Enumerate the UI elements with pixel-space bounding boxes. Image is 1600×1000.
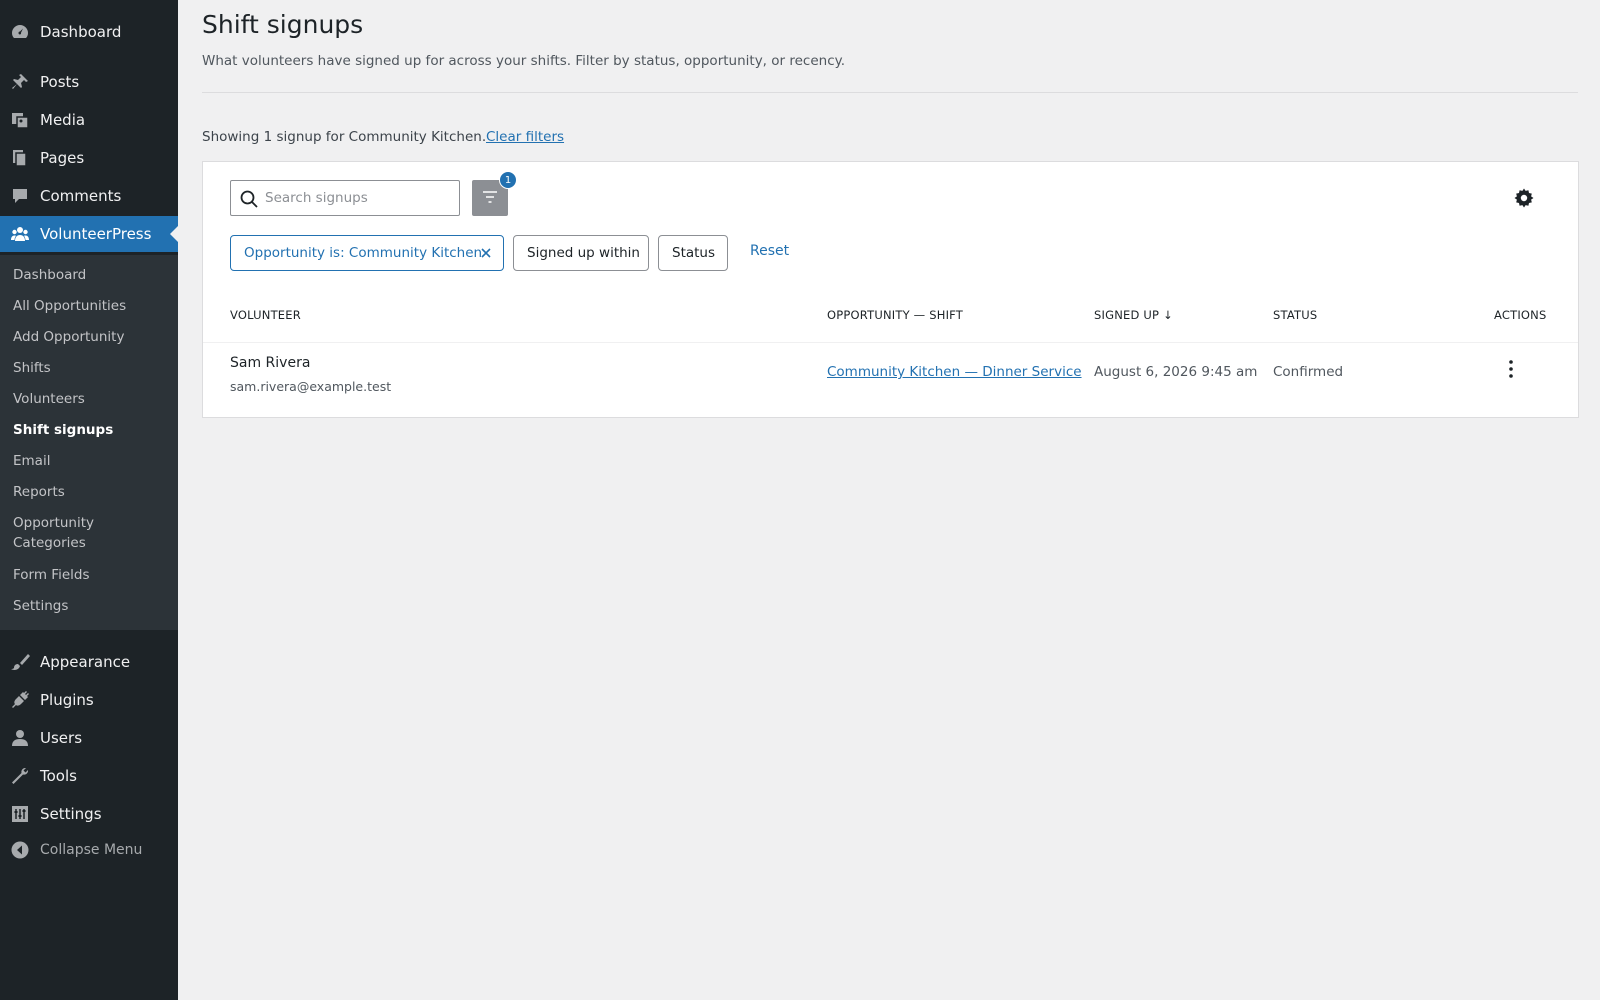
search-input[interactable]	[265, 181, 455, 215]
media-icon	[10, 110, 30, 130]
sidebar-item-comments[interactable]: Comments	[0, 178, 178, 214]
reset-filters-link[interactable]: Reset	[750, 243, 789, 259]
wrench-icon	[10, 766, 30, 786]
admin-sidebar: Dashboard Posts Media Pages Comments Vol…	[0, 0, 178, 1000]
sidebar-item-label: Pages	[40, 149, 85, 167]
column-header-volunteer: VOLUNTEER	[230, 308, 301, 322]
volunteerpress-submenu: Dashboard All Opportunities Add Opportun…	[0, 255, 178, 630]
collapse-menu-label: Collapse Menu	[40, 842, 143, 858]
submenu-item-reports[interactable]: Reports	[13, 482, 163, 502]
signups-card: 1 Opportunity is: Community Kitchen Sign…	[202, 161, 1579, 418]
signed-up-date: August 6, 2026 9:45 am	[1094, 364, 1258, 380]
pin-icon	[10, 72, 30, 92]
chip-label: Opportunity is: Community Kitchen	[244, 245, 483, 261]
submenu-item-add-opportunity[interactable]: Add Opportunity	[13, 327, 163, 347]
collapse-icon	[10, 840, 30, 860]
plug-icon	[10, 690, 30, 710]
opportunity-shift-link[interactable]: Community Kitchen — Dinner Service	[827, 364, 1082, 380]
submenu-item-all-opportunities[interactable]: All Opportunities	[13, 296, 163, 316]
header-divider	[203, 342, 1578, 343]
sidebar-item-dashboard[interactable]: Dashboard	[0, 14, 178, 50]
sidebar-item-label: Tools	[40, 767, 77, 785]
sidebar-item-pages[interactable]: Pages	[0, 140, 178, 176]
collapse-menu-button[interactable]: Collapse Menu	[0, 832, 178, 868]
sidebar-item-plugins[interactable]: Plugins	[0, 682, 178, 718]
column-header-status: STATUS	[1273, 308, 1318, 322]
submenu-item-opportunity-categories[interactable]: Opportunity Categories	[13, 513, 133, 553]
filter-chip-opportunity[interactable]: Opportunity is: Community Kitchen	[230, 235, 504, 271]
sidebar-item-posts[interactable]: Posts	[0, 64, 178, 100]
submenu-item-settings[interactable]: Settings	[13, 596, 163, 616]
sidebar-item-label: Comments	[40, 187, 122, 205]
sidebar-item-users[interactable]: Users	[0, 720, 178, 756]
brush-icon	[10, 652, 30, 672]
sidebar-item-label: Dashboard	[40, 23, 122, 41]
sidebar-item-label: Appearance	[40, 653, 131, 671]
results-summary: Showing 1 signup for Community Kitchen.	[202, 129, 487, 145]
submenu-item-shift-signups[interactable]: Shift signups	[13, 420, 163, 440]
sidebar-item-media[interactable]: Media	[0, 102, 178, 138]
sidebar-item-label: Media	[40, 111, 86, 129]
settings-icon	[10, 804, 30, 824]
comment-icon	[10, 186, 30, 206]
page-title: Shift signups	[202, 10, 364, 39]
clear-filters-link[interactable]: Clear filters	[486, 129, 564, 145]
sidebar-item-settings[interactable]: Settings	[0, 796, 178, 832]
chip-label: Signed up within	[527, 245, 640, 261]
sidebar-item-label: Posts	[40, 73, 80, 91]
volunteer-email: sam.rivera@example.test	[230, 379, 392, 394]
filter-chip-status[interactable]: Status	[658, 235, 728, 271]
sidebar-item-volunteerpress[interactable]: VolunteerPress	[0, 216, 178, 252]
submenu-item-shifts[interactable]: Shifts	[13, 358, 163, 378]
pages-icon	[10, 148, 30, 168]
sidebar-item-appearance[interactable]: Appearance	[0, 644, 178, 680]
column-header-actions: ACTIONS	[1494, 308, 1547, 322]
filter-icon	[482, 189, 498, 208]
volunteer-name: Sam Rivera	[230, 355, 311, 371]
sidebar-item-label: Users	[40, 729, 83, 747]
chip-label: Status	[672, 245, 716, 261]
close-icon[interactable]	[479, 246, 493, 260]
more-actions-icon[interactable]	[1505, 358, 1517, 380]
search-field[interactable]	[230, 180, 460, 216]
submenu-item-email[interactable]: Email	[13, 451, 163, 471]
filter-chip-signed-up-within[interactable]: Signed up within	[513, 235, 649, 271]
sidebar-item-label: Plugins	[40, 691, 94, 709]
sidebar-item-label: VolunteerPress	[40, 225, 152, 243]
column-header-signed-up[interactable]: SIGNED UP ↓	[1094, 308, 1173, 322]
status-value: Confirmed	[1273, 364, 1344, 380]
people-icon	[10, 224, 30, 244]
submenu-item-volunteers[interactable]: Volunteers	[13, 389, 163, 409]
sidebar-item-tools[interactable]: Tools	[0, 758, 178, 794]
gear-icon[interactable]	[1513, 187, 1535, 209]
sidebar-item-label: Settings	[40, 805, 102, 823]
page-description: What volunteers have signed up for acros…	[202, 53, 845, 69]
user-icon	[10, 728, 30, 748]
submenu-item-dashboard[interactable]: Dashboard	[13, 265, 163, 285]
divider	[202, 92, 1578, 93]
submenu-item-form-fields[interactable]: Form Fields	[13, 565, 163, 585]
main-content: Shift signups What volunteers have signe…	[178, 0, 1600, 1000]
search-icon	[239, 189, 259, 209]
column-header-opportunity-shift: OPPORTUNITY — SHIFT	[827, 308, 963, 322]
dashboard-icon	[10, 22, 30, 42]
filter-count-badge: 1	[499, 171, 517, 189]
